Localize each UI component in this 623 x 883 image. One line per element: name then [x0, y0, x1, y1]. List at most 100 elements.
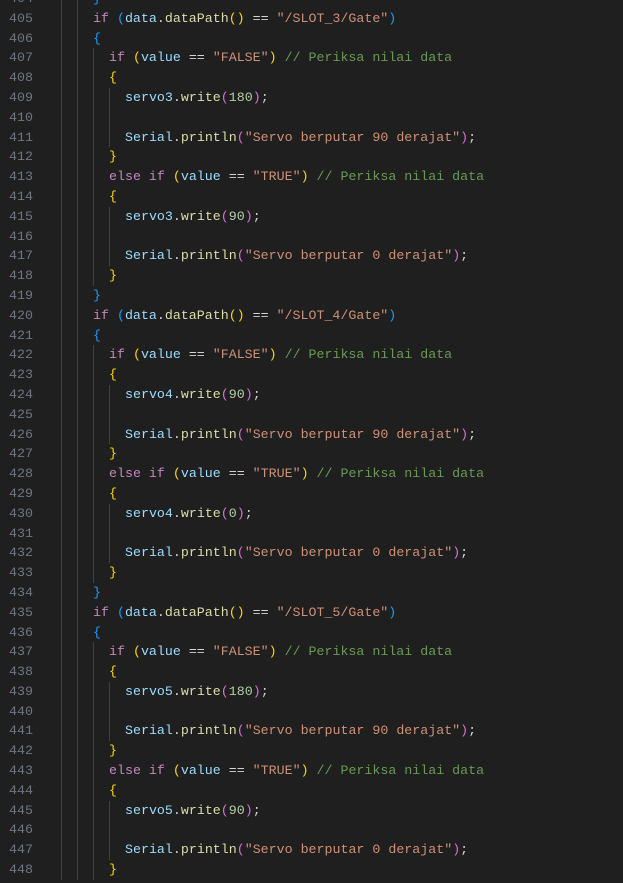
indent-guide: [93, 662, 94, 682]
indent-guide: [61, 483, 62, 504]
string-literal-token: "Servo berputar 90 derajat": [244, 129, 461, 145]
punctuation-token: ;: [252, 386, 261, 402]
bracket-token: ): [388, 604, 397, 620]
indent-guide: [77, 622, 78, 643]
code-line[interactable]: 437 if (value == "FALSE") // Periksa nila…: [0, 642, 623, 663]
code-line[interactable]: 429 {: [0, 483, 623, 504]
indent-guide: [61, 464, 62, 484]
code-line[interactable]: 404}: [0, 0, 623, 9]
code-text: }: [109, 147, 117, 167]
indent-guide: [109, 226, 110, 247]
line-number: 423: [9, 367, 33, 383]
code-line[interactable]: 411 Serial.println("Servo berputar 90 der…: [0, 127, 623, 148]
code-line[interactable]: 421 {: [0, 325, 623, 346]
identifier-token: Serial: [125, 842, 173, 858]
code-line[interactable]: 415 servo3.write(90);: [0, 206, 623, 227]
code-line[interactable]: 425: [0, 404, 623, 425]
code-line[interactable]: 412}: [0, 147, 623, 168]
indent-guide: [109, 424, 110, 445]
indent-guide: [109, 701, 110, 722]
code-line[interactable]: 434}: [0, 582, 623, 603]
punctuation-token: [165, 466, 173, 481]
indent-guide: [61, 503, 62, 524]
code-line[interactable]: 432 Serial.println("Servo berputar 0 dera…: [0, 543, 623, 564]
code-line[interactable]: 408 {: [0, 68, 623, 88]
code-line[interactable]: 405 if (data.dataPath() == "/SLOT_3/Gate"…: [0, 8, 623, 29]
bracket-token: {: [93, 624, 101, 640]
bracket-token: ): [244, 208, 253, 224]
code-line[interactable]: 436 {: [0, 622, 623, 643]
code-line[interactable]: 431: [0, 523, 623, 544]
code-line[interactable]: 447 Serial.println("Servo berputar 0 dera…: [0, 840, 623, 861]
code-line[interactable]: 423 {: [0, 365, 623, 385]
comment-token: // Periksa nilai data: [284, 644, 453, 660]
code-line[interactable]: 440: [0, 701, 623, 722]
code-line[interactable]: 407 if (value == "FALSE") // Periksa nila…: [0, 48, 623, 69]
bracket-token: {: [109, 782, 117, 798]
indent-guide: [77, 563, 78, 583]
code-line[interactable]: 416: [0, 226, 623, 247]
bracket-token: {: [109, 70, 117, 86]
bracket-token: }: [93, 584, 101, 600]
indent-guide: [93, 642, 94, 663]
code-line[interactable]: 427}: [0, 444, 623, 465]
indent-guide: [77, 662, 78, 682]
code-text: {: [109, 662, 117, 682]
code-line[interactable]: 419}: [0, 285, 623, 306]
code-line[interactable]: 439 servo5.write(180);: [0, 681, 623, 702]
function-name-token: dataPath: [164, 307, 229, 323]
code-line[interactable]: 433}: [0, 563, 623, 583]
identifier-token: servo4: [125, 505, 173, 521]
code-line[interactable]: 444 {: [0, 780, 623, 801]
code-line[interactable]: 443 else if (value == "TRUE") // Periksa …: [0, 761, 623, 781]
bracket-token: ): [388, 10, 397, 26]
code-line[interactable]: 420 if (data.dataPath() == "/SLOT_4/Gate"…: [0, 305, 623, 326]
line-number: 422: [9, 347, 33, 363]
bracket-token: }: [109, 862, 117, 878]
code-line[interactable]: 430 servo4.write(0);: [0, 503, 623, 524]
indent-guide: [109, 206, 110, 227]
bracket-token: (: [220, 802, 229, 818]
code-line[interactable]: 435 if (data.dataPath() == "/SLOT_5/Gate"…: [0, 602, 623, 623]
indent-guide: [61, 741, 62, 762]
string-literal-token: "TRUE": [252, 763, 301, 779]
code-line[interactable]: 445 servo5.write(90);: [0, 800, 623, 821]
punctuation-token: .: [172, 129, 181, 145]
indent-guide: [61, 167, 62, 187]
code-text: Serial.println("Servo berputar 90 deraja…: [125, 128, 476, 148]
code-line[interactable]: 406 {: [0, 28, 623, 49]
code-line[interactable]: 426 Serial.println("Servo berputar 90 der…: [0, 424, 623, 445]
bracket-token: {: [93, 30, 101, 46]
code-line[interactable]: 448}: [0, 860, 623, 880]
code-line[interactable]: 428 else if (value == "TRUE") // Periksa …: [0, 464, 623, 484]
line-number: 435: [9, 604, 33, 620]
code-line[interactable]: 414 {: [0, 186, 623, 207]
code-line[interactable]: 409 servo3.write(180);: [0, 87, 623, 108]
bracket-token: ): [268, 644, 277, 660]
code-line[interactable]: 424 servo4.write(90);: [0, 384, 623, 405]
code-line[interactable]: 418}: [0, 266, 623, 286]
punctuation-token: ==: [180, 644, 213, 660]
indent-guide: [109, 404, 110, 425]
indent-guide: [61, 820, 62, 841]
code-line[interactable]: 417 Serial.println("Servo berputar 0 dera…: [0, 246, 623, 267]
code-line[interactable]: 441 Serial.println("Servo berputar 90 der…: [0, 721, 623, 742]
bracket-token: {: [109, 367, 117, 383]
bracket-token: (: [116, 604, 125, 620]
indent-guide: [61, 701, 62, 722]
code-line[interactable]: 410: [0, 107, 623, 128]
indent-guide: [61, 761, 62, 781]
code-editor[interactable]: 404}405if (data.dataPath() == "/SLOT_3/G…: [0, 0, 623, 880]
code-line[interactable]: 413 else if (value == "TRUE") // Periksa …: [0, 167, 623, 187]
identifier-token: data: [124, 307, 157, 323]
indent-guide: [61, 8, 62, 29]
code-line[interactable]: 446: [0, 820, 623, 841]
punctuation-token: [165, 169, 173, 184]
code-line[interactable]: 442}: [0, 741, 623, 762]
string-literal-token: "Servo berputar 90 derajat": [244, 426, 461, 442]
code-line[interactable]: 438 {: [0, 662, 623, 682]
code-line[interactable]: 422 if (value == "FALSE") // Periksa nila…: [0, 345, 623, 366]
indent-guide: [77, 127, 78, 148]
line-number: 411: [9, 129, 33, 145]
indent-guide: [93, 563, 94, 583]
